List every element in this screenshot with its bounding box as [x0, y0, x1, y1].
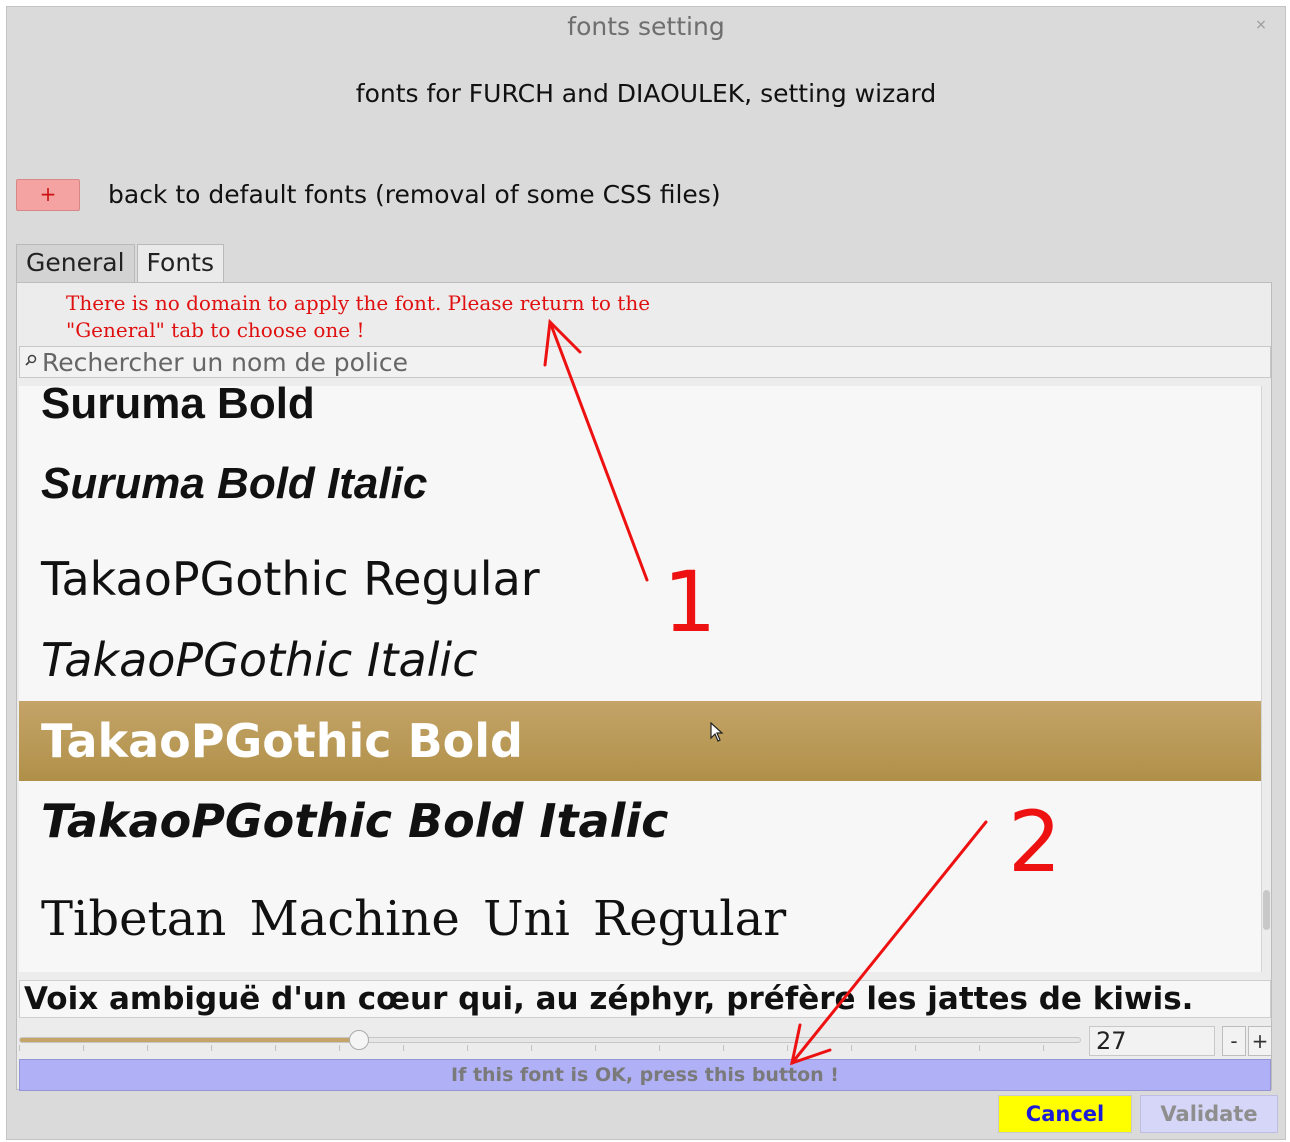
tab-general[interactable]: General [16, 244, 135, 282]
fonts-tab-panel: There is no domain to apply the font. Pl… [16, 282, 1272, 1091]
reset-fonts-label: back to default fonts (removal of some C… [108, 180, 721, 209]
mouse-cursor-icon [710, 722, 724, 742]
font-search-box [19, 346, 1271, 378]
validate-button[interactable]: Validate [1140, 1095, 1278, 1133]
font-size-increment-button[interactable]: + [1248, 1026, 1272, 1056]
font-list-scrollbar[interactable] [1261, 386, 1271, 972]
font-list-item[interactable]: TakaoPGothic Bold Italic [19, 781, 1261, 861]
font-size-field[interactable] [1089, 1026, 1215, 1056]
font-ok-button[interactable]: If this font is OK, press this button ! [19, 1059, 1271, 1091]
font-list-item[interactable]: TakaoPGothic Italic [19, 620, 1261, 700]
slider-track [19, 1037, 1081, 1043]
font-list[interactable]: Suruma Bold Suruma Bold Italic TakaoPGot… [19, 386, 1261, 972]
warning-line-2: "General" tab to choose one ! [66, 318, 365, 342]
slider-ticks [19, 1045, 1081, 1053]
font-list-item[interactable]: Suruma Bold [19, 386, 1261, 444]
no-domain-warning: There is no domain to apply the font. Pl… [66, 290, 766, 344]
font-preview-text: Voix ambiguë d'un cœur qui, au zéphyr, p… [19, 980, 1271, 1018]
font-size-slider[interactable] [19, 1028, 1081, 1053]
warning-line-1: There is no domain to apply the font. Pl… [66, 291, 651, 315]
tab-fonts[interactable]: Fonts [136, 244, 224, 282]
wizard-heading: fonts for FURCH and DIAOULEK, setting wi… [355, 79, 937, 108]
font-list-item[interactable]: TakaoPGothic Regular [19, 539, 1261, 619]
fonts-setting-dialog: fonts setting × fonts for FURCH and DIAO… [6, 6, 1286, 1140]
slider-handle[interactable] [348, 1030, 369, 1050]
window-title: fonts setting [567, 12, 725, 41]
scrollbar-thumb[interactable] [1263, 890, 1270, 930]
tab-bar: General Fonts [16, 244, 226, 282]
search-icon [20, 354, 42, 370]
font-list-item[interactable]: Tibetan Machine Uni Regular [19, 879, 1261, 959]
reset-fonts-button[interactable]: + [16, 179, 80, 211]
font-size-decrement-button[interactable]: - [1222, 1026, 1246, 1056]
annotation-number-2: 2 [1008, 793, 1062, 891]
font-list-item[interactable]: Suruma Bold Italic [19, 444, 1261, 524]
close-icon[interactable]: × [1251, 15, 1271, 35]
annotation-number-1: 1 [663, 553, 717, 651]
slider-fill [20, 1038, 360, 1042]
font-search-input[interactable] [42, 347, 1270, 377]
font-list-item-selected[interactable]: TakaoPGothic Bold [19, 701, 1261, 781]
cancel-button[interactable]: Cancel [998, 1095, 1132, 1133]
